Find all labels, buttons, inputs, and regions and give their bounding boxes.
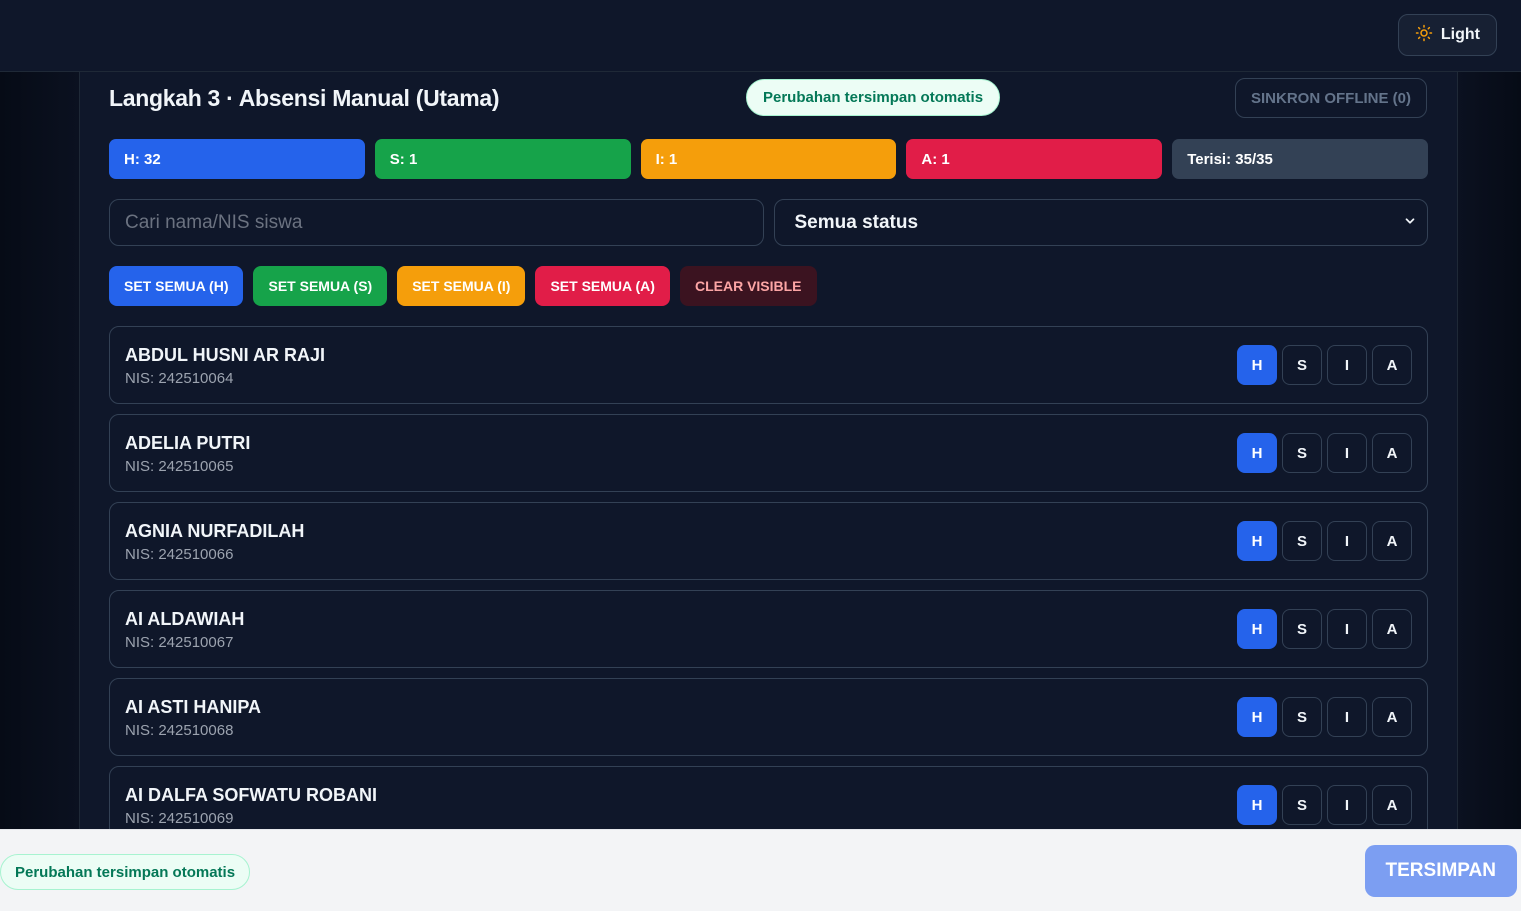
status-filter-value: Semua status xyxy=(794,211,919,233)
search-input[interactable] xyxy=(109,199,764,246)
student-nis: NIS: 242510066 xyxy=(125,546,234,563)
clear-visible-button[interactable]: CLEAR VISIBLE xyxy=(679,266,817,306)
set-semua-s-button[interactable]: SET SEMUA (S) xyxy=(253,266,388,306)
right-backdrop xyxy=(1458,72,1521,829)
page-title: Langkah 3 · Absensi Manual (Utama) xyxy=(109,85,500,111)
status-h-button[interactable]: H xyxy=(1237,345,1277,385)
status-button-group: HSIA xyxy=(1237,521,1412,561)
chevron-down-icon xyxy=(1403,212,1417,234)
stat-badge: I: 1 xyxy=(640,139,897,179)
status-h-button[interactable]: H xyxy=(1237,697,1277,737)
status-a-button[interactable]: A xyxy=(1372,345,1412,385)
filter-bar: Semua status xyxy=(109,199,1428,246)
status-a-button[interactable]: A xyxy=(1372,433,1412,473)
student-list: ABDUL HUSNI AR RAJI NIS: 242510064 H S I A ADE… xyxy=(109,326,1428,829)
student-name: ADELIA PUTRI xyxy=(125,433,251,453)
stat-badge: S: 1 xyxy=(374,139,631,179)
autosave-badge: Perubahan tersimpan otomatis xyxy=(746,79,1001,116)
status-i-button[interactable]: I xyxy=(1327,697,1367,737)
status-button-group: HSIA xyxy=(1237,609,1412,649)
status-filter-select[interactable]: Semua status xyxy=(773,199,1428,246)
student-nis: NIS: 242510064 xyxy=(125,370,234,387)
attendance-panel: Langkah 3 · Absensi Manual (Utama) Perub… xyxy=(79,72,1458,829)
student-row: ADELIA PUTRI NIS: 242510065 H S I A xyxy=(109,414,1428,492)
student-row: AI ASTI HANIPA NIS: 242510068 H S I A xyxy=(109,678,1428,756)
status-s-button[interactable]: S xyxy=(1282,433,1322,473)
status-i-button[interactable]: I xyxy=(1327,433,1367,473)
status-button-group: HSIA xyxy=(1237,345,1412,385)
status-s-button[interactable]: S xyxy=(1282,785,1322,825)
sun-icon xyxy=(1415,24,1433,47)
student-row: AI ALDAWIAH NIS: 242510067 H S I A xyxy=(109,590,1428,668)
status-i-button[interactable]: I xyxy=(1327,345,1367,385)
student-name: ABDUL HUSNI AR RAJI xyxy=(125,345,326,365)
set-semua-h-button[interactable]: SET SEMUA (H) xyxy=(109,266,244,306)
status-a-button[interactable]: A xyxy=(1372,521,1412,561)
theme-toggle-button[interactable]: Light xyxy=(1397,14,1497,56)
student-row: ABDUL HUSNI AR RAJI NIS: 242510064 H S I A xyxy=(109,326,1428,404)
status-i-button[interactable]: I xyxy=(1327,609,1367,649)
status-s-button[interactable]: S xyxy=(1282,697,1322,737)
status-h-button[interactable]: H xyxy=(1237,521,1277,561)
left-backdrop xyxy=(0,72,79,829)
stat-badge: A: 1 xyxy=(906,139,1163,179)
bulk-actions: SET SEMUA (H) SET SEMUA (S) SET SEMUA (I) S… xyxy=(109,266,817,306)
set-semua-a-button[interactable]: SET SEMUA (A) xyxy=(535,266,670,306)
stat-badge: H: 32 xyxy=(109,139,365,179)
student-row: AGNIA NURFADILAH NIS: 242510066 H S I A xyxy=(109,502,1428,580)
student-row: AI DALFA SOFWATU ROBANI NIS: 242510069 H S I… xyxy=(109,766,1428,829)
student-nis: NIS: 242510067 xyxy=(125,634,234,651)
status-a-button[interactable]: A xyxy=(1372,697,1412,737)
student-nis: NIS: 242510065 xyxy=(125,458,234,475)
student-nis: NIS: 242510069 xyxy=(125,810,234,827)
status-summary: H: 32 S: 1 I: 1 A: 1 Terisi: 35/35 xyxy=(109,139,1428,179)
status-i-button[interactable]: I xyxy=(1327,521,1367,561)
status-h-button[interactable]: H xyxy=(1237,609,1277,649)
status-h-button[interactable]: H xyxy=(1237,433,1277,473)
status-s-button[interactable]: S xyxy=(1282,521,1322,561)
status-button-group: HSIA xyxy=(1237,433,1412,473)
status-button-group: HSIA xyxy=(1237,697,1412,737)
student-name: AI DALFA SOFWATU ROBANI xyxy=(125,785,377,805)
student-name: AGNIA NURFADILAH xyxy=(125,521,305,541)
student-nis: NIS: 242510068 xyxy=(125,722,234,739)
top-bar: Light xyxy=(0,0,1521,72)
stat-badge: Terisi: 35/35 xyxy=(1172,139,1428,179)
student-name: AI ALDAWIAH xyxy=(125,609,245,629)
sync-offline-button[interactable]: SINKRON OFFLINE (0) xyxy=(1235,78,1427,118)
status-a-button[interactable]: A xyxy=(1372,609,1412,649)
status-s-button[interactable]: S xyxy=(1282,345,1322,385)
set-semua-i-button[interactable]: SET SEMUA (I) xyxy=(397,266,526,306)
save-button[interactable]: TERSIMPAN xyxy=(1364,845,1517,897)
student-name: AI ASTI HANIPA xyxy=(125,697,262,717)
status-h-button[interactable]: H xyxy=(1237,785,1277,825)
bottom-bar: Perubahan tersimpan otomatis TERSIMPAN xyxy=(0,829,1521,911)
status-button-group: HSIA xyxy=(1237,785,1412,825)
status-a-button[interactable]: A xyxy=(1372,785,1412,825)
status-i-button[interactable]: I xyxy=(1327,785,1367,825)
status-s-button[interactable]: S xyxy=(1282,609,1322,649)
autosave-badge-footer: Perubahan tersimpan otomatis xyxy=(0,854,251,890)
theme-toggle-label: Light xyxy=(1440,26,1480,43)
